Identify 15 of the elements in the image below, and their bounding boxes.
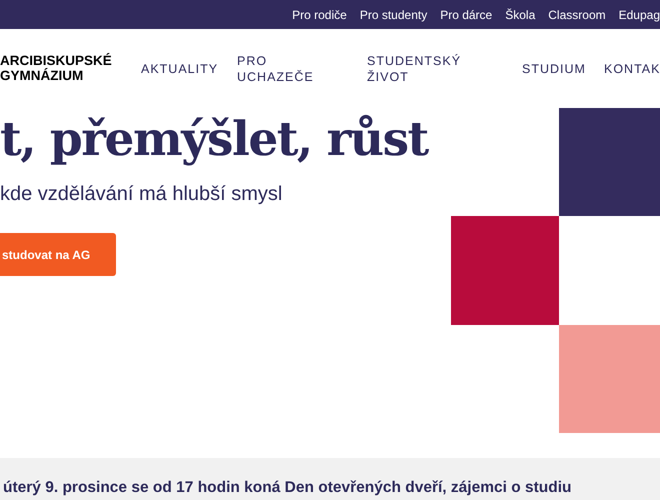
hero-subtitle: kde vzdělávání má hlubší smysl	[0, 182, 284, 207]
school-logo-text[interactable]: ARCIBISKUPSKÉ GYMNÁZIUM	[0, 53, 112, 83]
top-link[interactable]: Pro rodiče	[292, 6, 347, 24]
nav-link[interactable]: STUDENTSKÝ ŽIVOT	[367, 53, 462, 85]
nav-link[interactable]: PRO UCHAZEČE	[237, 53, 314, 85]
nav-link[interactable]: AKTUALITY	[141, 53, 218, 85]
top-link[interactable]: Pro dárce	[440, 6, 492, 24]
hero-title: t, přemýšlet, růst	[0, 111, 430, 169]
nav-link[interactable]: KONTAK	[604, 53, 660, 85]
top-link[interactable]: Classroom	[548, 6, 606, 24]
top-link[interactable]: Edupag	[618, 6, 660, 24]
top-link[interactable]: Škola	[505, 6, 536, 24]
top-link[interactable]: Pro studenty	[360, 6, 428, 24]
nav-link[interactable]: STUDIUM	[522, 53, 586, 85]
notice-text: úterý 9. prosince se od 17 hodin koná Den otevřených dveří, zájemci o studiu	[3, 478, 572, 498]
